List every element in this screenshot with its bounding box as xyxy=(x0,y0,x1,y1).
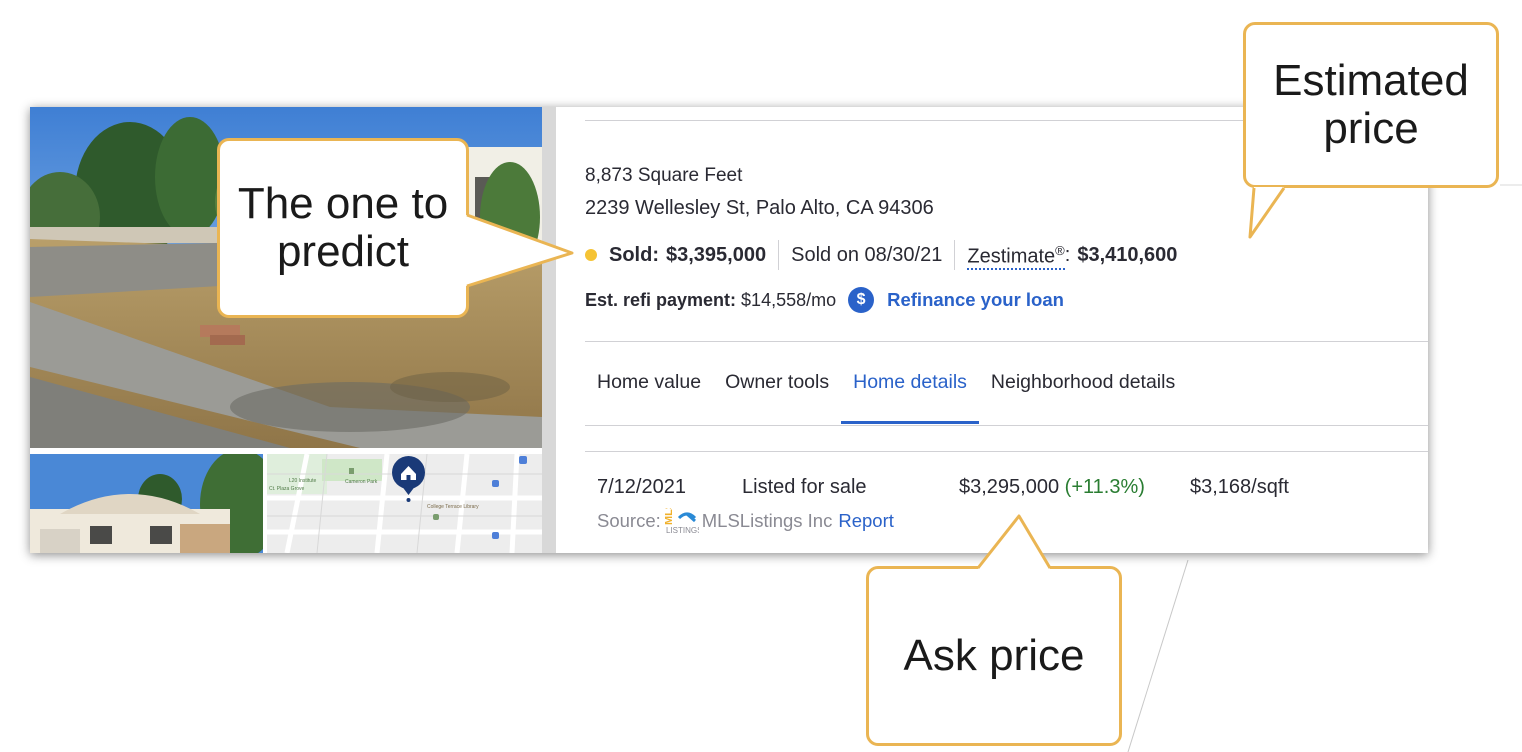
mls-listings-logo-icon: MLS LISTINGS xyxy=(663,502,702,535)
callout-estimated-price: Estimated price xyxy=(1243,22,1499,188)
registered-mark: ® xyxy=(1055,243,1065,259)
map-label: L20 Institute xyxy=(289,478,317,484)
status-dot-icon xyxy=(585,249,597,261)
report-link[interactable]: Report xyxy=(838,510,894,532)
source-name: MLSListings Inc xyxy=(701,510,833,531)
svg-text:LISTINGS: LISTINGS xyxy=(666,526,699,534)
separator xyxy=(778,240,780,270)
tab-home-value[interactable]: Home value xyxy=(585,360,713,424)
map-label: Cameron Park xyxy=(345,479,378,485)
separator xyxy=(954,240,956,270)
sold-price: $3,395,000 xyxy=(666,243,767,266)
zestimate-colon: : xyxy=(1064,243,1071,266)
history-price-change: (+11.3%) xyxy=(1064,476,1145,498)
dollar-icon: $ xyxy=(848,287,875,313)
callout-text: The one to predict xyxy=(237,178,449,276)
history-price-cell: $3,295,000 (+11.3%) xyxy=(959,476,1145,499)
callout-text: Estimated price xyxy=(1273,55,1469,153)
callout-pointer xyxy=(466,213,574,288)
square-footage: 8,873 Square Feet xyxy=(585,165,743,186)
home-location-pin-icon[interactable] xyxy=(391,455,426,503)
tab-home-details[interactable]: Home details xyxy=(841,360,979,424)
callout-pointer xyxy=(976,514,1052,569)
tab-neighborhood-details[interactable]: Neighborhood details xyxy=(979,360,1187,424)
section-divider xyxy=(585,451,1428,452)
zestimate-link[interactable]: Zestimate® xyxy=(967,240,1065,270)
property-address: 2239 Wellesley St, Palo Alto, CA 94306 xyxy=(585,197,934,219)
section-divider xyxy=(585,341,1428,342)
map-label: Ct. Plaza Grove xyxy=(269,486,305,492)
map-label: College Terrace Library xyxy=(427,504,479,510)
refi-label: Est. refi payment: xyxy=(585,289,737,310)
callout-text: Ask price xyxy=(903,630,1085,680)
source-label: Source: xyxy=(597,510,661,531)
callout-ask-price: Ask price xyxy=(866,566,1122,746)
map-thumbnail[interactable]: L20 Institute Cameron Park College Terra… xyxy=(267,454,542,553)
refi-row: Est. refi payment: $14,558/mo $ Refinanc… xyxy=(585,286,1064,314)
history-price: $3,295,000 xyxy=(959,476,1060,498)
tabs-bottom-divider xyxy=(585,425,1428,426)
history-event: Listed for sale xyxy=(742,476,867,498)
refi-value: $14,558/mo xyxy=(741,289,837,310)
house-photo-thumbnail[interactable] xyxy=(30,454,263,553)
sold-summary-row: Sold: $3,395,000 Sold on 08/30/21 Zestim… xyxy=(585,240,1177,270)
details-tabs: Home value Owner tools Home details Neig… xyxy=(585,360,1187,424)
history-source-row: Source: MLS LISTINGS MLSListings Inc Rep… xyxy=(597,502,894,535)
sold-label: Sold: xyxy=(609,243,659,266)
history-price-per-sqft: $3,168/sqft xyxy=(1190,476,1289,498)
tab-owner-tools[interactable]: Owner tools xyxy=(713,360,841,424)
panel-divider xyxy=(542,107,556,553)
svg-text:MLS: MLS xyxy=(665,508,675,525)
refinance-link[interactable]: Refinance your loan xyxy=(887,289,1064,311)
zestimate-label: Zestimate xyxy=(967,245,1056,268)
zestimate-value: $3,410,600 xyxy=(1077,243,1178,266)
callout-pointer xyxy=(1248,187,1286,239)
history-date: 7/12/2021 xyxy=(597,476,686,498)
sold-date: Sold on 08/30/21 xyxy=(791,243,943,266)
callout-the-one-to-predict: The one to predict xyxy=(217,138,469,318)
